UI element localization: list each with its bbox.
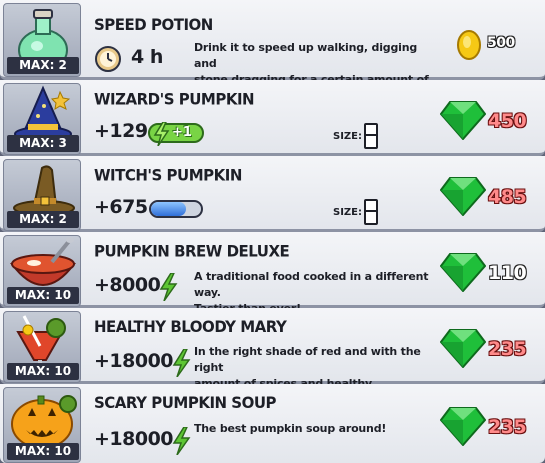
max-badge: MAX: 10 — [7, 287, 79, 304]
progress-fill — [151, 202, 186, 216]
item-thumbnail: MAX: 10 — [3, 387, 81, 463]
energy-icon — [153, 122, 170, 146]
size-indicator: SIZE: — [333, 199, 379, 225]
item-thumbnail: MAX: 3 — [3, 83, 81, 155]
item-value: +18000 — [94, 428, 174, 450]
item-value: +18000 — [94, 350, 174, 372]
item-value: +8000 — [94, 274, 161, 296]
gem-icon — [440, 253, 486, 292]
price-value: 110 — [488, 262, 527, 284]
size-box-icon — [364, 123, 379, 149]
shop-item-pumpkin-brew-deluxe[interactable]: MAX: 10 PUMPKIN BREW DELUXE +8000 A trad… — [0, 232, 545, 315]
max-badge: MAX: 10 — [7, 363, 79, 380]
gem-icon — [440, 329, 486, 368]
price-value: 450 — [488, 110, 527, 132]
energy-icon — [172, 349, 191, 377]
item-title: WIZARD'S PUMPKIN — [94, 89, 255, 109]
clock-icon — [95, 46, 121, 72]
item-title: HEALTHY BLOODY MARY — [94, 317, 287, 337]
gem-icon — [440, 407, 486, 446]
shop-item-healthy-bloody-mary[interactable]: MAX: 10 HEALTHY BLOODY MARY +18000 In th… — [0, 308, 545, 406]
max-badge: MAX: 2 — [7, 211, 79, 228]
max-badge: MAX: 2 — [7, 57, 79, 74]
size-box-icon — [364, 199, 379, 225]
item-value: +129 — [94, 120, 148, 142]
energy-badge: +1 — [148, 122, 204, 146]
item-thumbnail: MAX: 10 — [3, 311, 81, 383]
energy-icon — [172, 427, 191, 455]
item-description: The best pumpkin soup around! — [194, 422, 387, 435]
item-thumbnail: MAX: 2 — [3, 159, 81, 231]
progress-bar — [149, 200, 203, 218]
item-value: +675 — [94, 196, 148, 218]
shop-item-scary-pumpkin-soup[interactable]: MAX: 10 SCARY PUMPKIN SOUP +18000 The be… — [0, 384, 545, 463]
price-value: 500 — [487, 35, 515, 51]
duration-value: 4 h — [131, 46, 163, 68]
shop-item-speed-potion[interactable]: MAX: 2 SPEED POTION 4 h Drink it to spee… — [0, 0, 545, 102]
item-thumbnail: MAX: 10 — [3, 235, 81, 307]
max-badge: MAX: 10 — [7, 443, 79, 460]
gem-icon — [440, 177, 486, 216]
item-title: PUMPKIN BREW DELUXE — [94, 241, 290, 261]
item-title: SPEED POTION — [94, 15, 213, 35]
shop-item-witchs-pumpkin[interactable]: MAX: 2 WITCH'S PUMPKIN +675 SIZE: 485 — [0, 156, 545, 232]
item-title: SCARY PUMPKIN SOUP — [94, 393, 277, 413]
price-value: 235 — [488, 416, 527, 438]
price-value: 485 — [488, 186, 527, 208]
size-indicator: SIZE: — [333, 123, 379, 149]
shop-item-wizards-pumpkin[interactable]: MAX: 3 WIZARD'S PUMPKIN +129 +1 SIZE: 45… — [0, 80, 545, 156]
item-title: WITCH'S PUMPKIN — [94, 165, 242, 185]
energy-icon — [159, 273, 178, 301]
price-value: 235 — [488, 338, 527, 360]
item-thumbnail: MAX: 2 — [3, 3, 81, 77]
gem-icon — [440, 101, 486, 140]
coin-icon — [457, 30, 481, 60]
max-badge: MAX: 3 — [7, 135, 79, 152]
shop-list: MAX: 2 SPEED POTION 4 h Drink it to spee… — [0, 0, 545, 463]
